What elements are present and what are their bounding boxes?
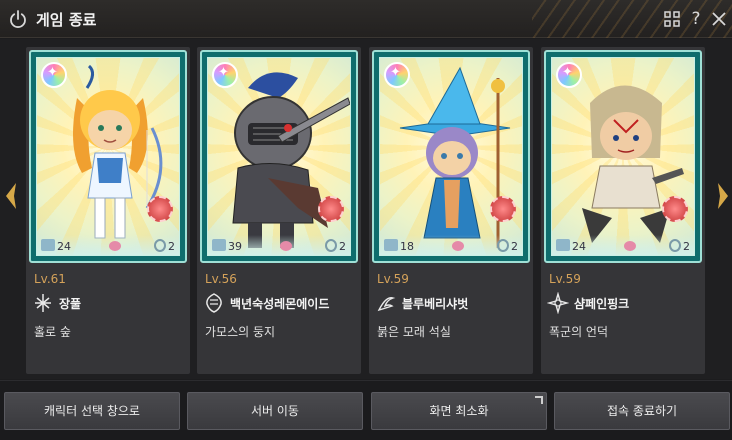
- rarity-badge: [212, 62, 238, 88]
- quit-button[interactable]: 접속 종료하기: [554, 392, 730, 430]
- character-portrait: 24 2: [544, 50, 702, 263]
- character-level: Lv.61: [34, 272, 66, 286]
- close-icon[interactable]: [709, 9, 729, 29]
- character-card[interactable]: 24 2 Lv.59 샴페인핑크 폭군의 언덕: [541, 47, 705, 374]
- power-icon: [10, 10, 26, 28]
- character-location: 폭군의 언덕: [549, 325, 609, 339]
- character-portrait: 39 2: [200, 50, 358, 263]
- rarity-badge: [41, 62, 67, 88]
- star-icon: [547, 292, 569, 314]
- rarity-badge: [556, 62, 582, 88]
- stat-left-value: 39: [228, 240, 242, 253]
- next-arrow-icon[interactable]: [715, 181, 731, 211]
- character-name: 블루베리샤벗: [402, 297, 469, 311]
- guild-icon: [452, 241, 464, 251]
- character-level: Lv.59: [377, 272, 409, 286]
- stat-left-value: 24: [57, 240, 71, 253]
- emblem-badge: [147, 196, 173, 222]
- flame-icon: [497, 239, 509, 252]
- character-select-button[interactable]: 캐릭터 선택 창으로: [4, 392, 180, 430]
- guild-icon: [109, 241, 121, 251]
- character-card[interactable]: 39 2 Lv.56 백년숙성레몬에이드 가모스의 둥지: [197, 47, 361, 374]
- character-portrait: 18 2: [372, 50, 530, 263]
- character-name: 백년숙성레몬에이드: [230, 297, 330, 311]
- character-location: 가모스의 둥지: [205, 325, 276, 339]
- stat-right: 2: [669, 239, 690, 253]
- emblem-badge: [318, 196, 344, 222]
- stat-left: 24: [41, 239, 71, 253]
- character-location: 붉은 모래 석실: [377, 325, 451, 339]
- stat-left: 24: [556, 239, 586, 253]
- flame-icon: [325, 239, 337, 252]
- character-illustration: [232, 72, 350, 248]
- rarity-badge: [384, 62, 410, 88]
- character-name: 장풀: [59, 297, 82, 311]
- item-level-icon: [212, 239, 226, 251]
- action-bar: 캐릭터 선택 창으로 서버 이동 화면 최소화 접속 종료하기: [0, 380, 732, 440]
- stat-left-value: 24: [572, 240, 586, 253]
- minimize-label: 화면 최소화: [429, 404, 489, 418]
- item-level-icon: [384, 239, 398, 251]
- item-level-icon: [41, 239, 55, 251]
- prev-arrow-icon[interactable]: [3, 181, 19, 211]
- minimize-button[interactable]: 화면 최소화: [371, 392, 547, 430]
- stat-right-value: 2: [511, 240, 518, 253]
- character-name: 샴페인핑크: [574, 297, 630, 311]
- expand-corner-icon: [535, 396, 543, 404]
- sword-wing-icon: [35, 294, 51, 312]
- character-level: Lv.56: [205, 272, 237, 286]
- character-card[interactable]: 18 2 Lv.59 블루베리샤벗 붉은 모래 석실: [369, 47, 533, 374]
- flame-icon: [669, 239, 681, 252]
- stat-right: 2: [154, 239, 175, 253]
- guardian-icon: [206, 293, 222, 313]
- stat-right: 2: [325, 239, 346, 253]
- character-card[interactable]: 24 2 Lv.61 장풀 홀로 숲: [26, 47, 190, 374]
- stat-left-value: 18: [400, 240, 414, 253]
- server-move-button[interactable]: 서버 이동: [187, 392, 363, 430]
- stat-right-value: 2: [683, 240, 690, 253]
- item-level-icon: [556, 239, 570, 251]
- title-bar: 게임 종료 ?: [0, 0, 732, 38]
- help-icon[interactable]: ?: [686, 9, 706, 29]
- character-illustration: [582, 85, 684, 243]
- stat-right: 2: [497, 239, 518, 253]
- emblem-badge: [490, 196, 516, 222]
- flame-icon: [154, 239, 166, 252]
- stat-left: 39: [212, 239, 242, 253]
- character-portrait: 24 2: [29, 50, 187, 263]
- character-illustration: [73, 64, 163, 239]
- stat-right-value: 2: [339, 240, 346, 253]
- character-level: Lv.59: [549, 272, 581, 286]
- stat-left: 18: [384, 239, 414, 253]
- character-list: 24 2 Lv.61 장풀 홀로 숲: [0, 39, 732, 379]
- guild-icon: [624, 241, 636, 251]
- emblem-badge: [662, 196, 688, 222]
- mage-icon: [377, 297, 396, 312]
- stat-right-value: 2: [168, 240, 175, 253]
- character-location: 홀로 숲: [34, 325, 71, 339]
- grid-icon[interactable]: [662, 9, 682, 29]
- guild-icon: [280, 241, 292, 251]
- character-illustration: [399, 66, 511, 248]
- window-title: 게임 종료: [36, 11, 97, 29]
